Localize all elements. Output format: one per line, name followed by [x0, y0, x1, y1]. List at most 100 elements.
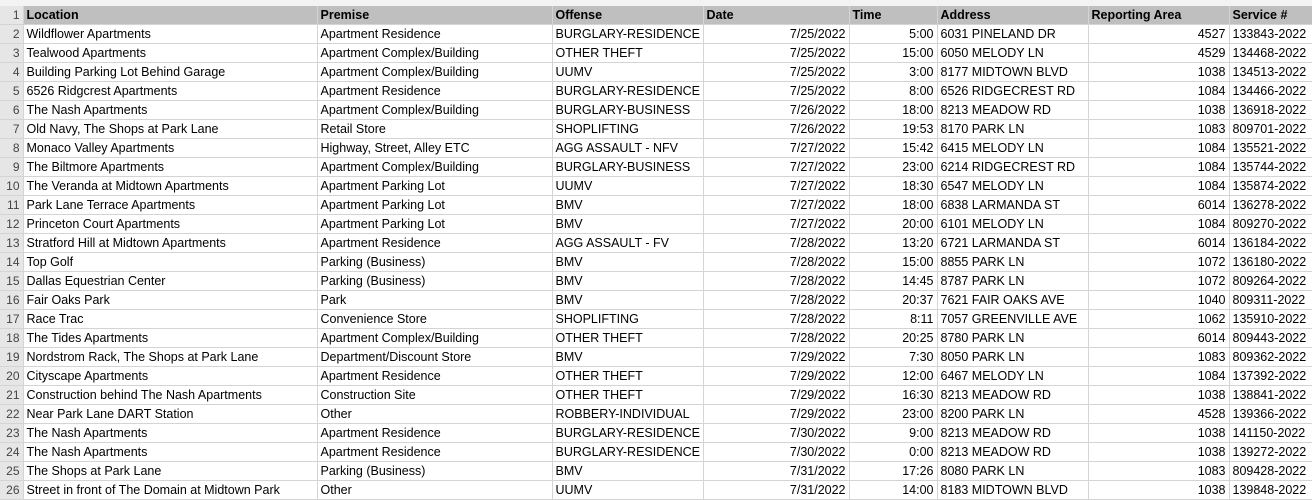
header-cell-premise[interactable]: Premise: [317, 6, 553, 25]
cell-location[interactable]: The Nash Apartments: [23, 100, 318, 120]
cell-location[interactable]: Wildflower Apartments: [23, 24, 318, 44]
cell-offense[interactable]: AGG ASSAULT - NFV: [552, 138, 704, 158]
cell-date[interactable]: 7/28/2022: [703, 290, 850, 310]
cell-time[interactable]: 3:00: [849, 62, 938, 82]
cell-premise[interactable]: Apartment Complex/Building: [317, 62, 553, 82]
cell-address[interactable]: 6214 RIDGECREST RD: [937, 157, 1089, 177]
cell-address[interactable]: 7057 GREENVILLE AVE: [937, 309, 1089, 329]
cell-reporting-area[interactable]: 1038: [1088, 423, 1230, 443]
cell-date[interactable]: 7/27/2022: [703, 138, 850, 158]
cell-address[interactable]: 8787 PARK LN: [937, 271, 1089, 291]
cell-service-number[interactable]: 135744-2022: [1229, 157, 1312, 177]
cell-service-number[interactable]: 139848-2022: [1229, 480, 1312, 500]
cell-address[interactable]: 6467 MELODY LN: [937, 366, 1089, 386]
row-number-header[interactable]: 5: [0, 81, 24, 101]
cell-date[interactable]: 7/29/2022: [703, 366, 850, 386]
cell-address[interactable]: 6415 MELODY LN: [937, 138, 1089, 158]
cell-location[interactable]: Race Trac: [23, 309, 318, 329]
cell-service-number[interactable]: 135910-2022: [1229, 309, 1312, 329]
row-number-header[interactable]: 26: [0, 480, 24, 500]
cell-date[interactable]: 7/28/2022: [703, 271, 850, 291]
cell-premise[interactable]: Apartment Parking Lot: [317, 214, 553, 234]
cell-service-number[interactable]: 139366-2022: [1229, 404, 1312, 424]
cell-reporting-area[interactable]: 6014: [1088, 195, 1230, 215]
cell-premise[interactable]: Park: [317, 290, 553, 310]
cell-service-number[interactable]: 809428-2022: [1229, 461, 1312, 481]
cell-reporting-area[interactable]: 1038: [1088, 480, 1230, 500]
row-number-header[interactable]: 12: [0, 214, 24, 234]
row-number-header[interactable]: 4: [0, 62, 24, 82]
cell-date[interactable]: 7/28/2022: [703, 328, 850, 348]
cell-time[interactable]: 18:30: [849, 176, 938, 196]
cell-time[interactable]: 18:00: [849, 100, 938, 120]
header-cell-location[interactable]: Location: [23, 6, 318, 25]
cell-offense[interactable]: AGG ASSAULT - FV: [552, 233, 704, 253]
cell-time[interactable]: 13:20: [849, 233, 938, 253]
cell-premise[interactable]: Highway, Street, Alley ETC: [317, 138, 553, 158]
cell-premise[interactable]: Other: [317, 480, 553, 500]
cell-premise[interactable]: Apartment Parking Lot: [317, 195, 553, 215]
cell-address[interactable]: 6050 MELODY LN: [937, 43, 1089, 63]
cell-time[interactable]: 8:11: [849, 309, 938, 329]
cell-offense[interactable]: BURGLARY-BUSINESS: [552, 100, 704, 120]
cell-offense[interactable]: UUMV: [552, 176, 704, 196]
cell-offense[interactable]: BURGLARY-RESIDENCE: [552, 24, 704, 44]
row-number-header[interactable]: 13: [0, 233, 24, 253]
cell-reporting-area[interactable]: 1038: [1088, 100, 1230, 120]
cell-reporting-area[interactable]: 6014: [1088, 233, 1230, 253]
cell-address[interactable]: 6031 PINELAND DR: [937, 24, 1089, 44]
cell-offense[interactable]: BMV: [552, 461, 704, 481]
cell-location[interactable]: Cityscape Apartments: [23, 366, 318, 386]
cell-reporting-area[interactable]: 1084: [1088, 138, 1230, 158]
cell-premise[interactable]: Parking (Business): [317, 271, 553, 291]
cell-reporting-area[interactable]: 1083: [1088, 461, 1230, 481]
cell-offense[interactable]: BMV: [552, 195, 704, 215]
cell-time[interactable]: 20:37: [849, 290, 938, 310]
cell-date[interactable]: 7/30/2022: [703, 423, 850, 443]
cell-date[interactable]: 7/27/2022: [703, 214, 850, 234]
cell-address[interactable]: 8213 MEADOW RD: [937, 385, 1089, 405]
cell-date[interactable]: 7/31/2022: [703, 461, 850, 481]
cell-reporting-area[interactable]: 4529: [1088, 43, 1230, 63]
cell-service-number[interactable]: 809311-2022: [1229, 290, 1312, 310]
cell-offense[interactable]: BURGLARY-RESIDENCE: [552, 442, 704, 462]
cell-time[interactable]: 12:00: [849, 366, 938, 386]
cell-reporting-area[interactable]: 1072: [1088, 271, 1230, 291]
cell-date[interactable]: 7/27/2022: [703, 157, 850, 177]
cell-reporting-area[interactable]: 1084: [1088, 81, 1230, 101]
cell-address[interactable]: 8200 PARK LN: [937, 404, 1089, 424]
cell-reporting-area[interactable]: 4527: [1088, 24, 1230, 44]
cell-offense[interactable]: UUMV: [552, 62, 704, 82]
cell-service-number[interactable]: 135521-2022: [1229, 138, 1312, 158]
cell-offense[interactable]: BMV: [552, 347, 704, 367]
cell-service-number[interactable]: 134468-2022: [1229, 43, 1312, 63]
row-number-header[interactable]: 23: [0, 423, 24, 443]
cell-premise[interactable]: Apartment Residence: [317, 81, 553, 101]
cell-time[interactable]: 15:00: [849, 43, 938, 63]
cell-location[interactable]: Building Parking Lot Behind Garage: [23, 62, 318, 82]
cell-reporting-area[interactable]: 1084: [1088, 176, 1230, 196]
cell-location[interactable]: Dallas Equestrian Center: [23, 271, 318, 291]
header-cell-time[interactable]: Time: [849, 6, 938, 25]
cell-date[interactable]: 7/30/2022: [703, 442, 850, 462]
cell-reporting-area[interactable]: 1084: [1088, 366, 1230, 386]
cell-premise[interactable]: Apartment Complex/Building: [317, 157, 553, 177]
row-number-header[interactable]: 3: [0, 43, 24, 63]
row-number-header[interactable]: 8: [0, 138, 24, 158]
cell-offense[interactable]: SHOPLIFTING: [552, 309, 704, 329]
cell-premise[interactable]: Retail Store: [317, 119, 553, 139]
cell-time[interactable]: 18:00: [849, 195, 938, 215]
cell-offense[interactable]: OTHER THEFT: [552, 43, 704, 63]
cell-offense[interactable]: BMV: [552, 290, 704, 310]
row-number-header[interactable]: 17: [0, 309, 24, 329]
cell-offense[interactable]: SHOPLIFTING: [552, 119, 704, 139]
row-number-header[interactable]: 22: [0, 404, 24, 424]
cell-service-number[interactable]: 136184-2022: [1229, 233, 1312, 253]
cell-location[interactable]: Stratford Hill at Midtown Apartments: [23, 233, 318, 253]
cell-location[interactable]: Street in front of The Domain at Midtown…: [23, 480, 318, 500]
row-number-header[interactable]: 7: [0, 119, 24, 139]
cell-time[interactable]: 19:53: [849, 119, 938, 139]
cell-offense[interactable]: OTHER THEFT: [552, 328, 704, 348]
cell-service-number[interactable]: 138841-2022: [1229, 385, 1312, 405]
cell-reporting-area[interactable]: 1062: [1088, 309, 1230, 329]
